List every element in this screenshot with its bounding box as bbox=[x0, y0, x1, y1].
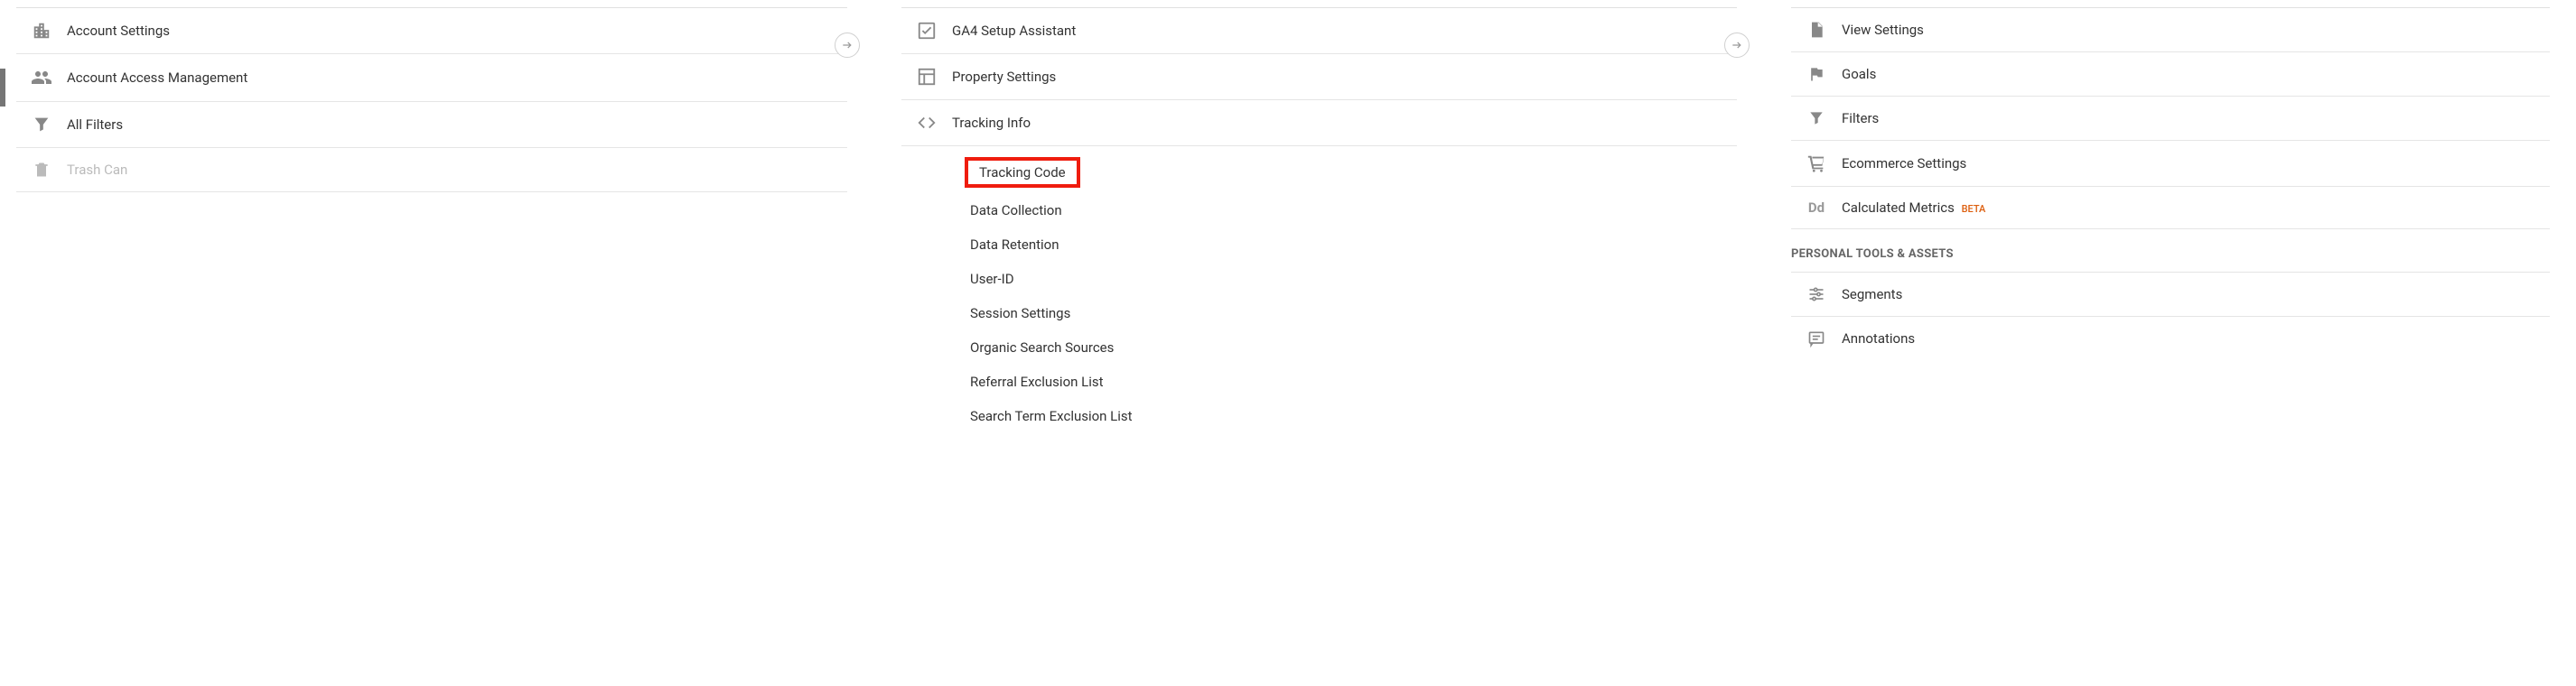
ga4-setup-label: GA4 Setup Assistant bbox=[952, 23, 1737, 39]
personal-tools-header: PERSONAL TOOLS & ASSETS bbox=[1791, 229, 2550, 273]
annotations-label: Annotations bbox=[1842, 330, 2550, 347]
all-filters-label: All Filters bbox=[67, 116, 847, 133]
account-access-label: Account Access Management bbox=[67, 70, 847, 86]
view-column: View Settings Goals Filters Ecommerce Se… bbox=[1737, 7, 2550, 433]
goals-label: Goals bbox=[1842, 66, 2550, 82]
goals[interactable]: Goals bbox=[1791, 52, 2550, 97]
checkbox-icon bbox=[901, 21, 952, 41]
filters-label: Filters bbox=[1842, 110, 2550, 126]
account-column: Account Settings Account Access Manageme… bbox=[16, 7, 847, 433]
people-icon bbox=[16, 67, 67, 88]
segments-label: Segments bbox=[1842, 286, 2550, 302]
trash-can[interactable]: Trash Can bbox=[16, 148, 847, 192]
filter-icon bbox=[16, 115, 67, 134]
cart-icon bbox=[1791, 153, 1842, 173]
move-right-bubble[interactable] bbox=[835, 32, 860, 58]
layout-icon bbox=[901, 67, 952, 87]
calculated-metrics-label: Calculated Metrics BETA bbox=[1842, 199, 2550, 216]
account-access-management[interactable]: Account Access Management bbox=[16, 54, 847, 102]
ga4-setup-assistant[interactable]: GA4 Setup Assistant bbox=[901, 8, 1737, 54]
ecommerce-label: Ecommerce Settings bbox=[1842, 155, 2550, 172]
ecommerce-settings[interactable]: Ecommerce Settings bbox=[1791, 141, 2550, 187]
flag-icon bbox=[1791, 65, 1842, 83]
session-settings[interactable]: Session Settings bbox=[901, 296, 1737, 330]
segments[interactable]: Segments bbox=[1791, 273, 2550, 317]
annotation-icon bbox=[1791, 329, 1842, 348]
segments-icon bbox=[1791, 285, 1842, 303]
building-icon bbox=[16, 21, 67, 41]
property-settings[interactable]: Property Settings bbox=[901, 54, 1737, 100]
filter-icon bbox=[1791, 109, 1842, 127]
data-collection[interactable]: Data Collection bbox=[901, 193, 1737, 227]
tracking-info[interactable]: Tracking Info bbox=[901, 100, 1737, 146]
dd-icon: Dd bbox=[1791, 199, 1842, 216]
all-filters[interactable]: All Filters bbox=[16, 102, 847, 148]
calculated-metrics[interactable]: Dd Calculated Metrics BETA bbox=[1791, 187, 2550, 229]
trash-icon bbox=[16, 161, 67, 179]
tracking-code[interactable]: Tracking Code bbox=[965, 157, 1080, 188]
property-column: GA4 Setup Assistant Property Settings Tr… bbox=[847, 7, 1737, 433]
referral-exclusion-list[interactable]: Referral Exclusion List bbox=[901, 365, 1737, 399]
account-settings[interactable]: Account Settings bbox=[16, 8, 847, 54]
page-icon bbox=[1791, 21, 1842, 39]
account-settings-label: Account Settings bbox=[67, 23, 847, 39]
user-id[interactable]: User-ID bbox=[901, 262, 1737, 296]
filters[interactable]: Filters bbox=[1791, 97, 2550, 141]
active-indicator bbox=[0, 69, 5, 107]
search-term-exclusion-list[interactable]: Search Term Exclusion List bbox=[901, 399, 1737, 433]
code-icon bbox=[901, 113, 952, 133]
organic-search-sources[interactable]: Organic Search Sources bbox=[901, 330, 1737, 365]
move-right-bubble-2[interactable] bbox=[1724, 32, 1750, 58]
beta-badge: BETA bbox=[1962, 203, 1986, 215]
property-settings-label: Property Settings bbox=[952, 69, 1737, 85]
view-settings-label: View Settings bbox=[1842, 22, 2550, 38]
view-settings[interactable]: View Settings bbox=[1791, 8, 2550, 52]
data-retention[interactable]: Data Retention bbox=[901, 227, 1737, 262]
annotations[interactable]: Annotations bbox=[1791, 317, 2550, 360]
tracking-subitems: Tracking Code Data Collection Data Reten… bbox=[901, 146, 1737, 433]
tracking-info-label: Tracking Info bbox=[952, 115, 1737, 131]
trash-can-label: Trash Can bbox=[67, 162, 847, 178]
